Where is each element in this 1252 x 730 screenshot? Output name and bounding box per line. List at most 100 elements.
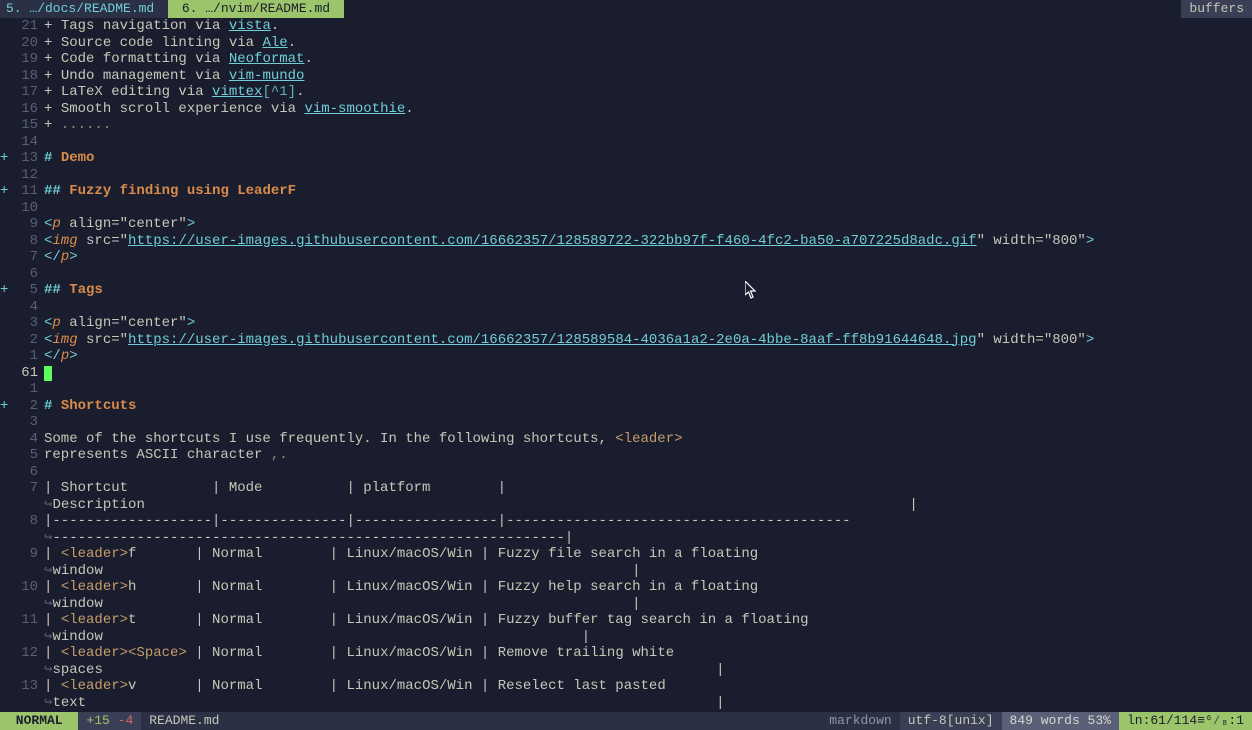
editor-line[interactable]: 5represents ASCII character ,. [0, 447, 1252, 464]
code[interactable]: # Shortcuts [44, 398, 1252, 415]
editor-line[interactable]: 11| <leader>t | Normal | Linux/macOS/Win… [0, 612, 1252, 629]
editor-line[interactable]: ↪window | [0, 596, 1252, 613]
editor-line[interactable]: +13# Demo [0, 150, 1252, 167]
line-number: 18 [10, 68, 44, 85]
editor-line[interactable]: 10| <leader>h | Normal | Linux/macOS/Win… [0, 579, 1252, 596]
editor-line[interactable]: ↪window | [0, 629, 1252, 646]
tab-inactive[interactable]: 5. …/docs/README.md [0, 0, 168, 18]
editor-line[interactable]: ↪window | [0, 563, 1252, 580]
code[interactable]: |-------------------|---------------|---… [44, 513, 1252, 530]
cursor [44, 366, 52, 381]
code[interactable]: + LaTeX editing via vimtex[^1]. [44, 84, 1252, 101]
editor-line[interactable]: 10 [0, 200, 1252, 217]
code[interactable]: + ...... [44, 117, 1252, 134]
code[interactable]: ↪window | [44, 596, 1252, 613]
code[interactable]: represents ASCII character ,. [44, 447, 1252, 464]
editor-line[interactable]: ↪---------------------------------------… [0, 530, 1252, 547]
editor-line[interactable]: ↪text | [0, 695, 1252, 712]
editor-pane[interactable]: 21+ Tags navigation via vista.20+ Source… [0, 18, 1252, 712]
editor-line[interactable]: 12 [0, 167, 1252, 184]
line-number: 10 [10, 200, 44, 217]
code[interactable]: ↪window | [44, 563, 1252, 580]
code[interactable]: # Demo [44, 150, 1252, 167]
editor-line[interactable]: +2# Shortcuts [0, 398, 1252, 415]
code[interactable]: ↪Description | [44, 497, 1252, 514]
editor-line[interactable]: ↪spaces | [0, 662, 1252, 679]
sign-column: + [0, 183, 10, 200]
code[interactable]: | <leader><Space> | Normal | Linux/macOS… [44, 645, 1252, 662]
sign-column: + [0, 150, 10, 167]
code[interactable]: + Undo management via vim-mundo [44, 68, 1252, 85]
editor-line[interactable]: 18+ Undo management via vim-mundo [0, 68, 1252, 85]
editor-line[interactable]: 61 [0, 365, 1252, 382]
editor-line[interactable]: 9<p align="center"> [0, 216, 1252, 233]
code[interactable]: + Source code linting via Ale. [44, 35, 1252, 52]
editor-line[interactable]: 20+ Source code linting via Ale. [0, 35, 1252, 52]
line-number: 11 [10, 183, 44, 200]
line-number: 13 [10, 150, 44, 167]
editor-line[interactable]: ↪Description | [0, 497, 1252, 514]
code[interactable]: <img src="https://user-images.githubuser… [44, 233, 1252, 250]
code[interactable]: | <leader>v | Normal | Linux/macOS/Win |… [44, 678, 1252, 695]
editor-line[interactable]: 16+ Smooth scroll experience via vim-smo… [0, 101, 1252, 118]
code[interactable] [44, 365, 1252, 382]
editor-line[interactable]: 12| <leader><Space> | Normal | Linux/mac… [0, 645, 1252, 662]
code[interactable]: </p> [44, 348, 1252, 365]
sign-column: + [0, 282, 10, 299]
editor-line[interactable]: 1</p> [0, 348, 1252, 365]
editor-line[interactable]: 7| Shortcut | Mode | platform | [0, 480, 1252, 497]
editor-line[interactable]: 17+ LaTeX editing via vimtex[^1]. [0, 84, 1252, 101]
code[interactable]: ↪---------------------------------------… [44, 530, 1252, 547]
tab-active[interactable]: 6. …/nvim/README.md [168, 0, 344, 18]
status-words: 849 words 53% [1002, 712, 1119, 730]
line-number: 3 [10, 315, 44, 332]
code[interactable]: + Tags navigation via vista. [44, 18, 1252, 35]
editor-line[interactable]: 9| <leader>f | Normal | Linux/macOS/Win … [0, 546, 1252, 563]
line-number: 4 [10, 431, 44, 448]
editor-line[interactable]: 7</p> [0, 249, 1252, 266]
code[interactable]: + Code formatting via Neoformat. [44, 51, 1252, 68]
editor-line[interactable]: 15+ ...... [0, 117, 1252, 134]
code[interactable]: | <leader>t | Normal | Linux/macOS/Win |… [44, 612, 1252, 629]
editor-line[interactable]: 19+ Code formatting via Neoformat. [0, 51, 1252, 68]
code[interactable]: <img src="https://user-images.githubuser… [44, 332, 1252, 349]
code[interactable]: </p> [44, 249, 1252, 266]
code[interactable]: Some of the shortcuts I use frequently. … [44, 431, 1252, 448]
editor-line[interactable]: 6 [0, 464, 1252, 481]
status-mode: NORMAL [0, 712, 78, 730]
editor-line[interactable]: +11## Fuzzy finding using LeaderF [0, 183, 1252, 200]
tab-bar: 5. …/docs/README.md 6. …/nvim/README.md … [0, 0, 1252, 18]
code[interactable]: | <leader>f | Normal | Linux/macOS/Win |… [44, 546, 1252, 563]
code[interactable]: ↪text | [44, 695, 1252, 712]
code[interactable]: ↪window | [44, 629, 1252, 646]
line-number: 19 [10, 51, 44, 68]
editor-line[interactable]: 1 [0, 381, 1252, 398]
editor-line[interactable]: 4Some of the shortcuts I use frequently.… [0, 431, 1252, 448]
code[interactable]: ↪spaces | [44, 662, 1252, 679]
line-number: 10 [10, 579, 44, 596]
code[interactable]: | Shortcut | Mode | platform | [44, 480, 1252, 497]
editor-line[interactable]: +5## Tags [0, 282, 1252, 299]
editor-line[interactable]: 8<img src="https://user-images.githubuse… [0, 233, 1252, 250]
editor-line[interactable]: 14 [0, 134, 1252, 151]
editor-line[interactable]: 4 [0, 299, 1252, 316]
editor-line[interactable]: 13| <leader>v | Normal | Linux/macOS/Win… [0, 678, 1252, 695]
editor-line[interactable]: 2<img src="https://user-images.githubuse… [0, 332, 1252, 349]
line-number: 4 [10, 299, 44, 316]
code[interactable]: ## Tags [44, 282, 1252, 299]
code[interactable]: | <leader>h | Normal | Linux/macOS/Win |… [44, 579, 1252, 596]
status-encoding: utf-8[unix] [900, 712, 1002, 730]
editor-line[interactable]: 8|-------------------|---------------|--… [0, 513, 1252, 530]
code[interactable]: ## Fuzzy finding using LeaderF [44, 183, 1252, 200]
line-number: 9 [10, 216, 44, 233]
line-number: 8 [10, 513, 44, 530]
editor-line[interactable]: 21+ Tags navigation via vista. [0, 18, 1252, 35]
code[interactable]: <p align="center"> [44, 216, 1252, 233]
line-number: 8 [10, 233, 44, 250]
code[interactable]: + Smooth scroll experience via vim-smoot… [44, 101, 1252, 118]
code[interactable]: <p align="center"> [44, 315, 1252, 332]
line-number: 9 [10, 546, 44, 563]
editor-line[interactable]: 3<p align="center"> [0, 315, 1252, 332]
editor-line[interactable]: 3 [0, 414, 1252, 431]
editor-line[interactable]: 6 [0, 266, 1252, 283]
